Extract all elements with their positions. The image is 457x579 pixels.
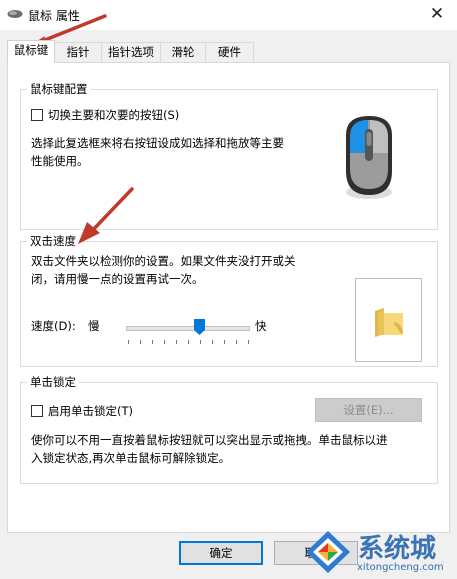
slider-tick [200, 340, 201, 344]
click-lock-description: 入锁定状态,再次单击鼠标可解除锁定。 [31, 451, 231, 465]
mouse-illustration-icon [346, 116, 392, 199]
watermark: 系统城 xitongcheng.com [302, 527, 457, 579]
close-button[interactable]: ✕ [417, 0, 457, 30]
group-title: 单击锁定 [27, 375, 79, 389]
click-lock-settings-button[interactable]: 设置(E)... [315, 398, 422, 422]
slider-tick [140, 340, 141, 344]
click-lock-description: 使你可以不用一直按着鼠标按钮就可以突出显示或拖拽。单击鼠标以进 [31, 433, 388, 447]
slider-tick [248, 340, 249, 344]
ok-button[interactable]: 确定 [179, 541, 263, 565]
tab-panel: 鼠标键配置 切换主要和次要的按钮(S) 选择此复选框来将右按钮设成如选择和拖放等… [7, 62, 450, 533]
tab-hardware[interactable]: 硬件 [205, 42, 254, 62]
tab-wheel[interactable]: 滑轮 [160, 42, 206, 62]
speed-slider-track[interactable] [126, 326, 250, 331]
slider-tick [224, 340, 225, 344]
tab-pointer-options[interactable]: 指针选项 [101, 42, 161, 62]
button-config-description: 选择此复选框来将右按钮设成如选择和拖放等主要 [31, 136, 284, 150]
slider-tick [164, 340, 165, 344]
switch-buttons-checkbox[interactable] [31, 109, 43, 121]
click-lock-label[interactable]: 启用单击锁定(T) [48, 402, 133, 420]
watermark-logo-icon [306, 531, 350, 573]
folder-icon[interactable] [372, 306, 406, 338]
slow-label: 慢 [88, 319, 100, 333]
double-click-description: 闭，请用慢一点的设置再试一次。 [31, 272, 204, 286]
watermark-url: xitongcheng.com [357, 562, 444, 573]
tab-buttons[interactable]: 鼠标键 [7, 40, 55, 63]
slider-tick [236, 340, 237, 344]
slider-tick [152, 340, 153, 344]
slider-tick [128, 340, 129, 344]
slider-tick [188, 340, 189, 344]
button-config-description: 性能使用。 [31, 154, 89, 168]
speed-label: 速度(D): [31, 319, 76, 333]
double-click-description: 双击文件夹以检测你的设置。如果文件夹没打开或关 [31, 254, 296, 268]
slider-tick [176, 340, 177, 344]
switch-buttons-label[interactable]: 切换主要和次要的按钮(S) [48, 106, 179, 124]
click-lock-checkbox[interactable] [31, 405, 43, 417]
fast-label: 快 [255, 319, 267, 333]
annotation-arrow-icon [78, 187, 134, 244]
group-title: 鼠标键配置 [27, 82, 91, 96]
speed-slider-thumb[interactable] [193, 319, 205, 335]
test-folder-area[interactable] [355, 278, 422, 362]
slider-tick [212, 340, 213, 344]
watermark-name: 系统城 [358, 534, 437, 564]
